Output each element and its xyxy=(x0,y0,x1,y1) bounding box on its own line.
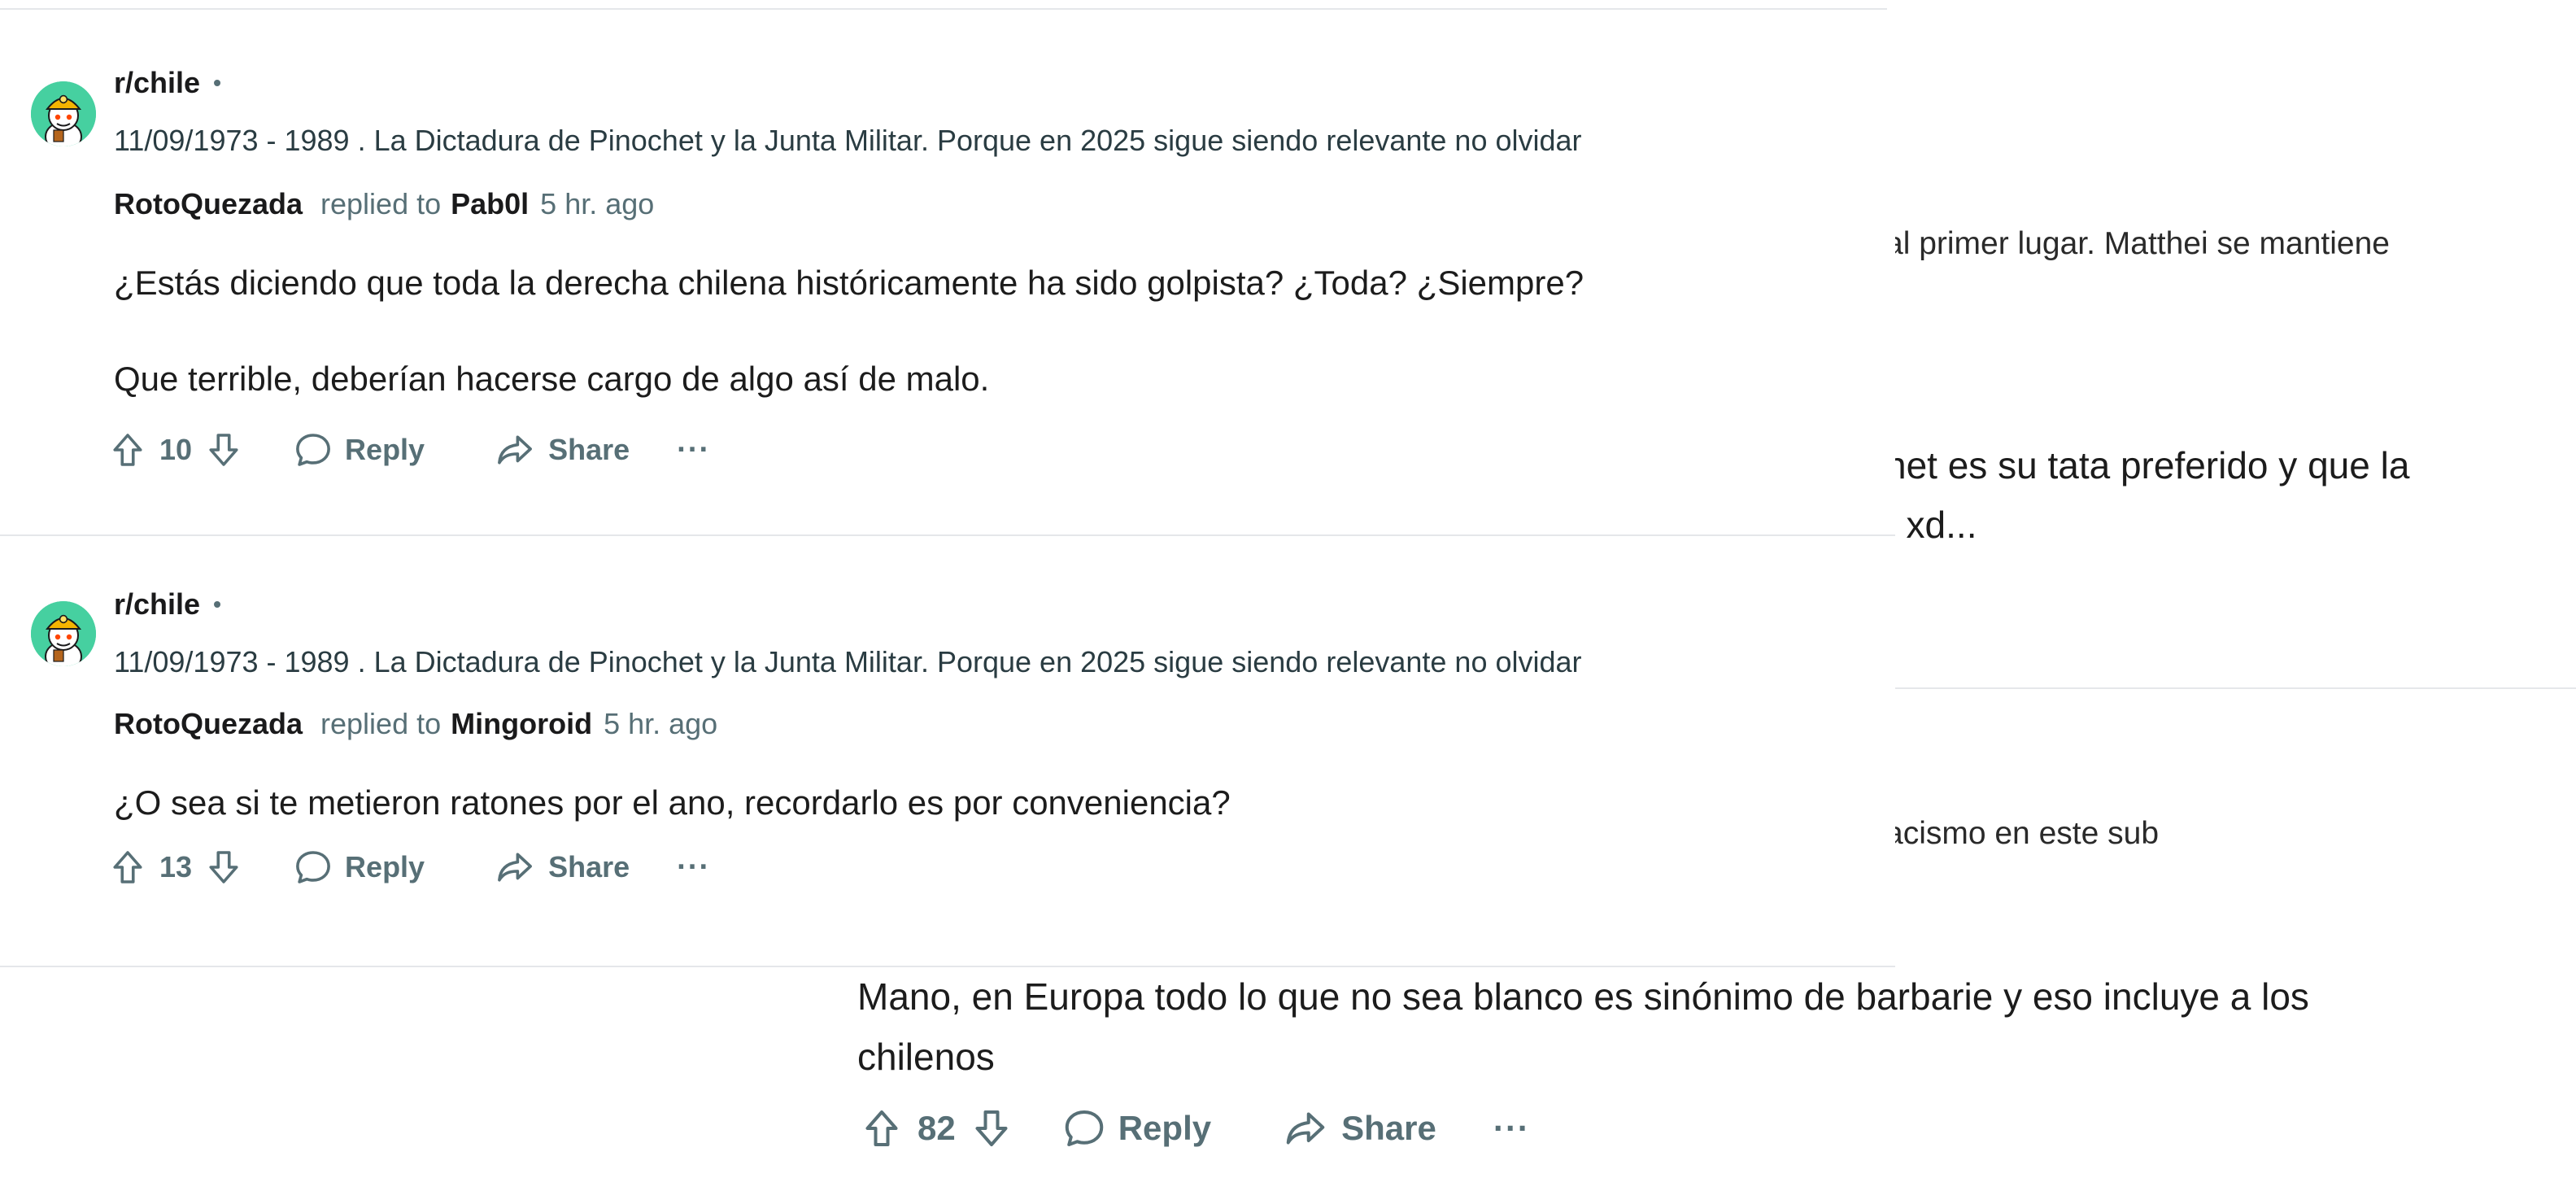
comment-meta: RotoQuezada replied to Mingoroid 5 hr. a… xyxy=(114,707,717,741)
share-label: Share xyxy=(1341,1109,1436,1147)
more-options-button[interactable]: ··· xyxy=(677,433,710,468)
subreddit-line: r/chile • xyxy=(114,65,221,101)
timestamp: 5 hr. ago xyxy=(540,187,655,220)
vote-count: 82 xyxy=(918,1109,956,1147)
subreddit-avatar-icon[interactable] xyxy=(31,601,96,666)
timestamp: 5 hr. ago xyxy=(604,707,718,740)
reply-button[interactable]: Reply xyxy=(1060,1104,1211,1153)
share-arrow-icon xyxy=(493,845,537,889)
comment-actions: 13 Reply Share ··· xyxy=(106,839,710,896)
separator-dot: • xyxy=(213,70,221,95)
comment-paragraph: Que terrible, deberían hacerse cargo de … xyxy=(114,360,990,398)
reply-label: Reply xyxy=(1118,1109,1212,1147)
post-title-link[interactable]: 11/09/1973 - 1989 . La Dictadura de Pino… xyxy=(114,124,1582,158)
comment-bubble-icon xyxy=(291,845,335,889)
comment-body: ¿O sea si te metieron ratones por el ano… xyxy=(114,779,1231,827)
post-title-link[interactable]: 11/09/1973 - 1989 . La Dictadura de Pino… xyxy=(114,645,1582,679)
vote-count: 13 xyxy=(159,850,193,883)
comment-body: ¿Estás diciendo que toda la derecha chil… xyxy=(114,259,1584,404)
comment-results-panel: r/chile • 11/09/1973 - 1989 . La Dictadu… xyxy=(0,10,1895,967)
replied-to-label: replied to xyxy=(320,187,442,220)
upvote-icon[interactable] xyxy=(106,845,150,889)
divider xyxy=(1895,687,2576,689)
replied-to-label: replied to xyxy=(320,707,442,740)
reply-label: Reply xyxy=(345,433,425,466)
more-options-button[interactable]: ··· xyxy=(677,850,710,885)
downvote-icon[interactable] xyxy=(967,1104,1016,1153)
comment-actions: 10 Reply Share ··· xyxy=(106,421,710,478)
background-comment: Mano, en Europa todo lo que no sea blanc… xyxy=(857,966,2484,1158)
more-options-button[interactable]: ··· xyxy=(1493,1109,1530,1148)
replied-to-user-link[interactable]: Pab0l xyxy=(451,187,529,221)
share-label: Share xyxy=(548,850,630,883)
comment-bubble-icon xyxy=(291,428,335,472)
share-button[interactable]: Share xyxy=(493,845,630,889)
author-link[interactable]: RotoQuezada xyxy=(114,707,303,741)
background-text-fragment: , xd... xyxy=(1885,504,1977,546)
share-arrow-icon xyxy=(493,428,537,472)
background-text-fragment: al primer lugar. Matthei se mantiene xyxy=(1885,226,2390,261)
background-text-fragment: het es su tata preferido y que la xyxy=(1885,444,2410,486)
background-text-fragment: acismo en este sub xyxy=(1885,816,2160,851)
subreddit-link[interactable]: r/chile xyxy=(114,66,200,100)
reply-button[interactable]: Reply xyxy=(291,428,425,472)
share-arrow-icon xyxy=(1281,1104,1330,1153)
upvote-icon[interactable] xyxy=(857,1104,906,1153)
subreddit-line: r/chile • xyxy=(114,587,221,622)
background-comment-actions: 82 Reply Share ··· xyxy=(857,1098,2484,1158)
subreddit-link[interactable]: r/chile xyxy=(114,587,200,622)
downvote-icon[interactable] xyxy=(202,845,246,889)
comment-result-card[interactable]: r/chile • 11/09/1973 - 1989 . La Dictadu… xyxy=(0,534,1895,967)
share-button[interactable]: Share xyxy=(1281,1104,1436,1153)
page: al primer lugar. Matthei se mantiene het… xyxy=(0,0,2576,1204)
comment-paragraph: ¿Estás diciendo que toda la derecha chil… xyxy=(114,264,1584,302)
vote-count: 10 xyxy=(159,433,193,466)
comment-meta: RotoQuezada replied to Pab0l 5 hr. ago xyxy=(114,187,654,221)
separator-dot: • xyxy=(213,591,221,617)
share-button[interactable]: Share xyxy=(493,428,630,472)
reply-label: Reply xyxy=(345,850,425,883)
downvote-icon[interactable] xyxy=(202,428,246,472)
background-comment-body: Mano, en Europa todo lo que no sea blanc… xyxy=(857,975,2309,1078)
subreddit-avatar-icon[interactable] xyxy=(31,81,96,146)
author-link[interactable]: RotoQuezada xyxy=(114,187,303,221)
upvote-icon[interactable] xyxy=(106,428,150,472)
reply-button[interactable]: Reply xyxy=(291,845,425,889)
replied-to-user-link[interactable]: Mingoroid xyxy=(451,707,592,741)
comment-result-card[interactable]: r/chile • 11/09/1973 - 1989 . La Dictadu… xyxy=(0,10,1895,535)
comment-bubble-icon xyxy=(1060,1104,1109,1153)
comment-paragraph: ¿O sea si te metieron ratones por el ano… xyxy=(114,783,1231,822)
share-label: Share xyxy=(548,433,630,466)
